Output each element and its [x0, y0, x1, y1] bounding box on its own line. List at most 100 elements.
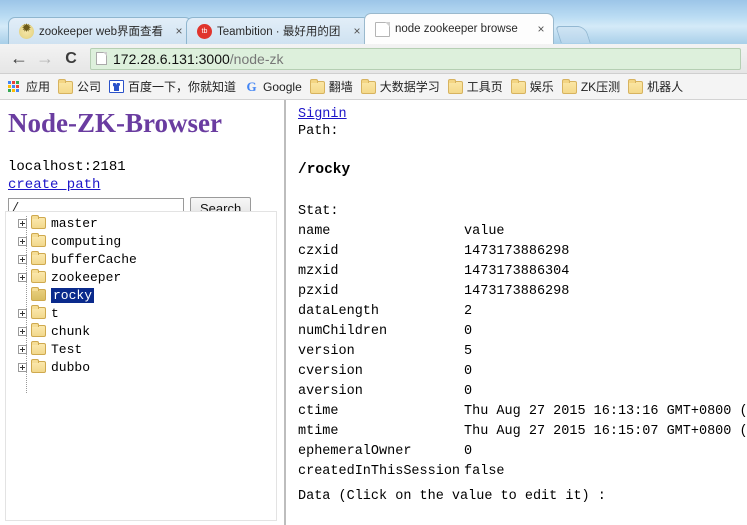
stat-key: createdInThisSession — [298, 464, 461, 479]
bookmark-label: 翻墙 — [328, 80, 353, 94]
table-row: cversion 0 — [298, 364, 747, 384]
stat-key: numChildren — [298, 324, 388, 339]
tree-node-zookeeper[interactable]: zookeeper — [6, 268, 276, 286]
browser-window: zookeeper web界面查看 × tb Teambition · 最好用的… — [0, 0, 747, 525]
current-path: /rocky — [298, 162, 351, 178]
tree-node-label: chunk — [51, 323, 91, 339]
expand-plus-icon[interactable] — [18, 362, 27, 372]
bookmark-baidu[interactable]: 百度一下，你就知道 — [106, 76, 241, 97]
google-icon: G — [246, 79, 257, 94]
bookmark-entertainment[interactable]: 娱乐 — [508, 76, 559, 97]
tree-node-label: zookeeper — [51, 269, 122, 285]
folder-icon — [31, 323, 46, 337]
tree-node-buffercache[interactable]: bufferCache — [6, 250, 276, 268]
expand-plus-icon[interactable] — [18, 254, 27, 264]
tree-node-label: rocky — [51, 287, 95, 303]
path-label: Path: — [298, 124, 339, 139]
table-row: createdInThisSession false — [298, 464, 747, 484]
stat-key: mtime — [298, 424, 339, 439]
teambition-favicon-icon: tb — [197, 23, 212, 39]
stat-value: 1473173886298 — [464, 244, 570, 259]
bookmark-apps[interactable]: 应用 — [4, 76, 55, 97]
tab-close-icon[interactable]: × — [173, 24, 185, 38]
apps-grid-icon — [7, 80, 22, 93]
expand-plus-icon[interactable] — [18, 272, 27, 282]
sidebar-panel: Node-ZK-Browser localhost:2181 create pa… — [0, 100, 286, 525]
tree-node-label: master — [51, 215, 98, 231]
table-row: numChildren 0 — [298, 324, 747, 344]
folder-icon — [510, 78, 526, 94]
tab-node-zookeeper-browser[interactable]: node zookeeper browse × — [364, 13, 554, 44]
table-row: mzxid 1473173886304 — [298, 264, 747, 284]
tab-close-icon[interactable]: × — [351, 24, 363, 38]
expand-plus-icon[interactable] — [18, 218, 27, 228]
expand-plus-icon[interactable] — [18, 326, 27, 336]
folder-icon — [447, 78, 463, 94]
expand-plus-icon[interactable] — [18, 344, 27, 354]
create-path-link[interactable]: create path — [8, 177, 100, 193]
document-favicon-icon — [375, 21, 390, 37]
tree-node-computing[interactable]: computing — [6, 232, 276, 250]
forward-button-icon[interactable]: → — [32, 46, 58, 72]
page-title: Node-ZK-Browser — [8, 108, 222, 138]
bookmark-tools[interactable]: 工具页 — [445, 76, 508, 97]
bookmark-label: 大数据学习 — [379, 80, 440, 94]
stat-value: 5 — [464, 344, 473, 359]
table-header-row: name value — [298, 224, 747, 244]
new-tab-button[interactable] — [555, 26, 591, 43]
bookmarks-bar: 应用 公司 百度一下，你就知道 G Google 翻墙 大数据学习 工具页 娱乐 — [0, 74, 747, 100]
folder-icon — [628, 78, 644, 94]
folder-icon — [561, 78, 577, 94]
stat-value: 0 — [464, 384, 473, 399]
bookmark-robot[interactable]: 机器人 — [625, 76, 688, 97]
znode-tree: master computing bufferCache zookeeper r… — [5, 211, 277, 521]
tab-teambition[interactable]: tb Teambition · 最好用的团 × — [186, 17, 370, 44]
expand-plus-icon[interactable] — [18, 236, 27, 246]
table-row: mtime Thu Aug 27 2015 16:15:07 GMT+0800 … — [298, 424, 747, 444]
page-viewport: Node-ZK-Browser localhost:2181 create pa… — [0, 100, 747, 525]
stat-header-name: name — [298, 224, 331, 239]
tree-node-test[interactable]: Test — [6, 340, 276, 358]
stat-value: false — [464, 464, 505, 479]
back-button-icon[interactable]: ← — [6, 46, 32, 72]
tree-node-rocky[interactable]: rocky — [6, 286, 276, 304]
bookmark-label: 工具页 — [466, 80, 503, 94]
folder-icon — [31, 233, 46, 247]
tab-title: Teambition · 最好用的团 — [217, 26, 341, 38]
bookmark-label: 娱乐 — [529, 80, 554, 94]
expand-plus-icon[interactable] — [18, 308, 27, 318]
data-section-label: Data (Click on the value to edit it) : — [298, 489, 606, 504]
folder-icon — [31, 341, 46, 355]
stat-value: Thu Aug 27 2015 16:13:16 GMT+0800 ( — [464, 404, 747, 419]
stat-table: name value czxid 1473173886298 mzxid 147… — [298, 224, 747, 484]
bookmark-zk-stress[interactable]: ZK压测 — [559, 76, 625, 97]
signin-link[interactable]: Signin — [298, 106, 347, 123]
folder-icon — [58, 78, 74, 94]
stat-value: 0 — [464, 364, 473, 379]
tree-node-dubbo[interactable]: dubbo — [6, 358, 276, 376]
table-row: aversion 0 — [298, 384, 747, 404]
tab-zookeeper-web[interactable]: zookeeper web界面查看 × — [8, 17, 192, 44]
stat-key: cversion — [298, 364, 363, 379]
reload-button-icon[interactable]: C — [58, 46, 84, 72]
bookmark-company[interactable]: 公司 — [55, 76, 106, 97]
bookmark-google[interactable]: G Google — [241, 78, 307, 96]
table-row: version 5 — [298, 344, 747, 364]
browser-toolbar: ← → C 172.28.6.131:3000/node-zk — [0, 44, 747, 74]
tree-node-label: t — [51, 305, 59, 321]
folder-icon — [309, 78, 325, 94]
address-bar[interactable]: 172.28.6.131:3000/node-zk — [90, 47, 741, 70]
tree-node-t[interactable]: t — [6, 304, 276, 322]
bookmark-label: 百度一下，你就知道 — [128, 80, 237, 94]
tree-node-master[interactable]: master — [6, 214, 276, 232]
page-info-icon[interactable] — [96, 52, 107, 65]
bookmark-fanqiang[interactable]: 翻墙 — [307, 76, 358, 97]
tree-node-label: computing — [51, 233, 122, 249]
bookmark-label: Google — [263, 79, 302, 94]
tree-node-chunk[interactable]: chunk — [6, 322, 276, 340]
table-row: ctime Thu Aug 27 2015 16:13:16 GMT+0800 … — [298, 404, 747, 424]
bookmark-bigdata[interactable]: 大数据学习 — [358, 76, 445, 97]
tab-title: zookeeper web界面查看 — [39, 26, 163, 38]
tab-close-icon[interactable]: × — [535, 22, 547, 36]
folder-icon — [31, 269, 46, 283]
